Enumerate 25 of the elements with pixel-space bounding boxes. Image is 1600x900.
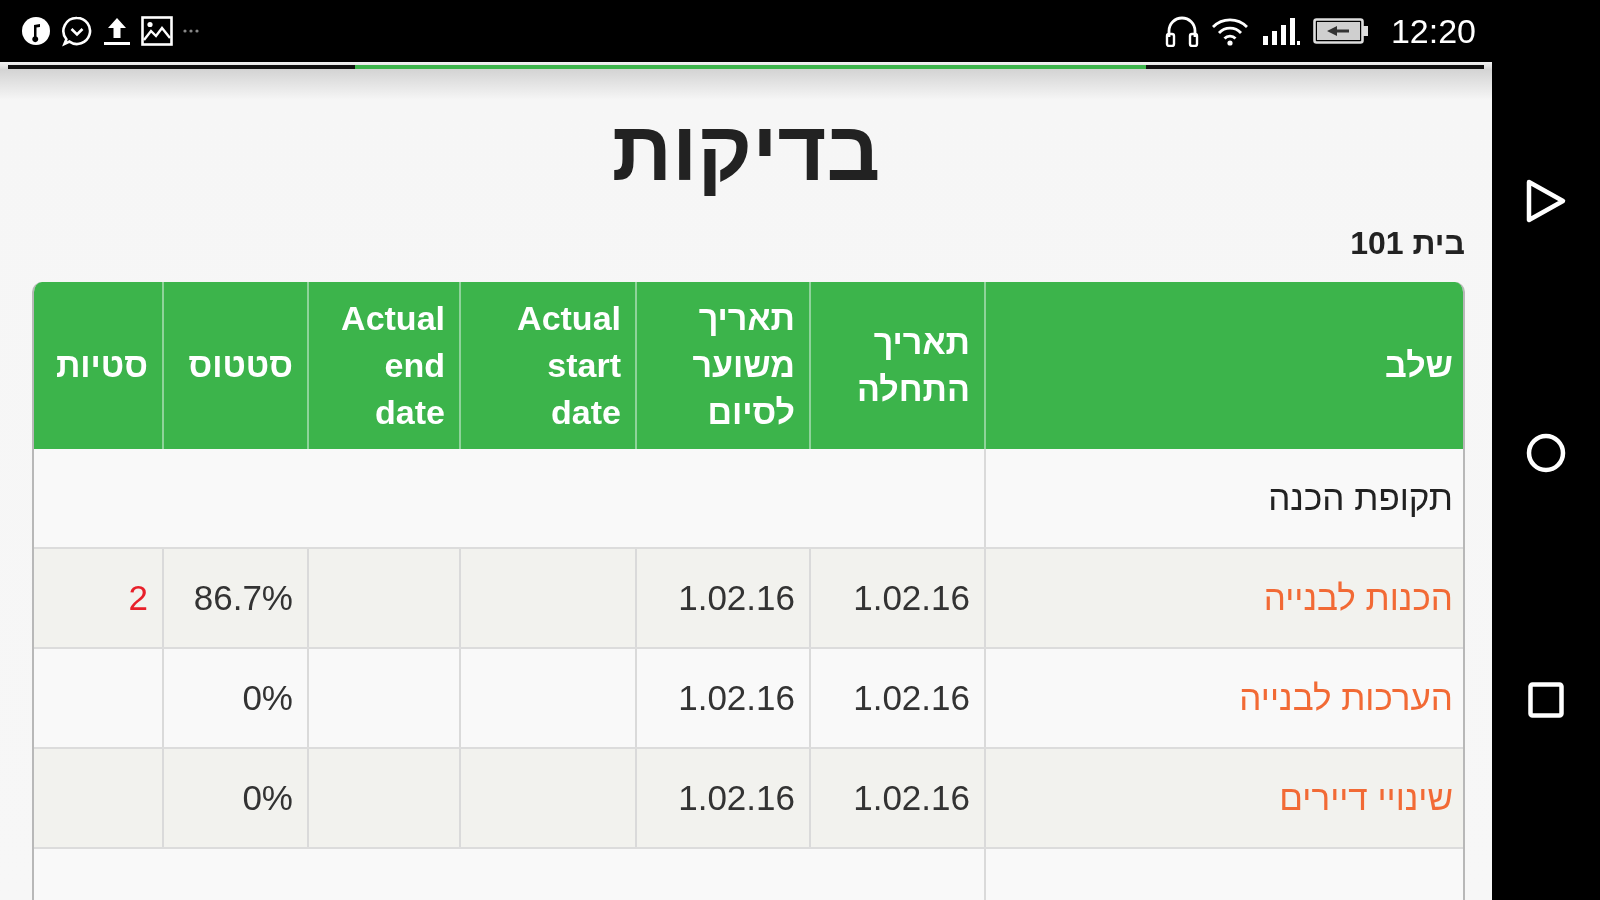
column-header: סטטוס xyxy=(163,282,308,449)
music-note-icon xyxy=(21,16,51,46)
signal-icon xyxy=(1260,16,1301,46)
circle-icon[interactable] xyxy=(1526,433,1566,473)
column-header: סטיות xyxy=(34,282,163,449)
page-title: בדיקות xyxy=(610,103,882,200)
column-header: Actual end date xyxy=(308,282,460,449)
image-icon xyxy=(141,16,173,46)
clock-time: 12:20 xyxy=(1390,11,1476,51)
battery-icon xyxy=(1312,18,1369,44)
more-dots-icon xyxy=(183,29,199,33)
stage-link[interactable]: שינויי דיירים xyxy=(1279,778,1453,817)
column-header: שלב xyxy=(985,282,1463,449)
headphones-icon xyxy=(1164,15,1199,47)
stage-link[interactable]: הכנות לבנייה xyxy=(1263,578,1453,617)
chat-bubble-icon xyxy=(61,15,93,47)
building-label: בית 101 xyxy=(1350,224,1465,263)
triangle-icon[interactable] xyxy=(1525,178,1567,224)
column-header: תאריך התחלה xyxy=(810,282,985,449)
upload-icon xyxy=(103,16,131,46)
square-icon[interactable] xyxy=(1528,682,1564,718)
column-header: Actual start date xyxy=(460,282,636,449)
wifi-icon xyxy=(1210,16,1249,46)
stage-link[interactable]: הערכות לבנייה xyxy=(1239,678,1453,717)
column-header: תאריך משוער לסיום xyxy=(636,282,810,449)
